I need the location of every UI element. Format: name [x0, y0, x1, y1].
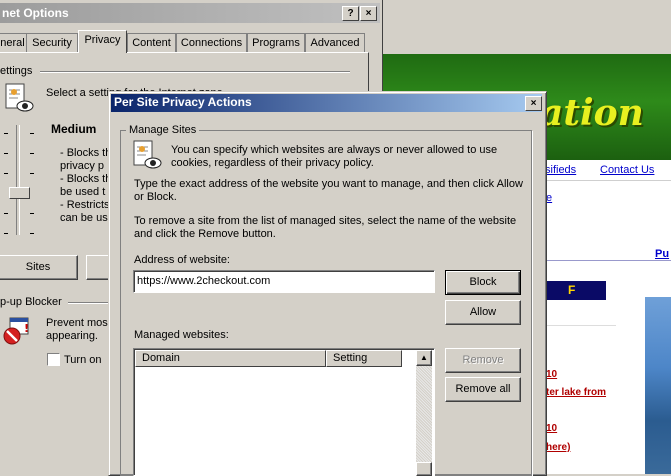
managed-websites-list[interactable]	[133, 348, 435, 476]
slider-tick	[30, 213, 34, 214]
level-description-line: can be us	[60, 212, 108, 224]
page-link[interactable]: Pu	[655, 248, 669, 260]
page-link[interactable]: here)	[546, 442, 570, 453]
svg-text:!: !	[24, 322, 29, 335]
tab-label: Connections	[180, 37, 243, 49]
remove-all-button[interactable]: Remove all	[445, 377, 521, 402]
tab-connections[interactable]: Connections	[176, 33, 247, 52]
sites-button-label: Sites	[25, 261, 51, 273]
remove-all-button-label: Remove all	[455, 383, 511, 395]
section-divider	[68, 302, 108, 304]
slider-tick	[30, 153, 34, 154]
slider-tick	[4, 173, 8, 174]
slider-tick	[30, 233, 34, 234]
tab-content[interactable]: Content	[127, 33, 176, 52]
instructions-line: To remove a site from the list of manage…	[134, 215, 517, 227]
tab-general[interactable]: neral	[0, 33, 27, 52]
section-header-bar: F	[546, 281, 606, 300]
tab-security[interactable]: Security	[26, 33, 78, 52]
tab-label: Programs	[252, 37, 300, 49]
instructions-line: or Block.	[134, 191, 177, 203]
page-link[interactable]: 10	[546, 369, 557, 380]
level-description-line: privacy p	[60, 160, 105, 172]
intro-text-line: cookies, regardless of their privacy pol…	[171, 157, 374, 169]
tab-privacy[interactable]: Privacy	[78, 30, 127, 53]
slider-tick	[4, 213, 8, 214]
instructions-line: and click the Remove button.	[134, 228, 276, 240]
banner-logo-text: ation	[540, 92, 644, 134]
tab-advanced[interactable]: Advanced	[305, 33, 365, 52]
turn-on-label: Turn on	[64, 354, 102, 366]
options-window-title: net Options	[2, 6, 69, 20]
browser-toolbar	[380, 0, 671, 27]
popup-text-line: Prevent mos	[46, 317, 108, 329]
turn-on-popup-checkbox[interactable]	[47, 353, 60, 366]
privacy-document-icon	[132, 139, 162, 171]
intro-text-line: You can specify which websites are alway…	[171, 144, 498, 156]
list-scrollbar[interactable]	[416, 350, 432, 474]
popup-block-icon: !	[2, 316, 32, 346]
section-header-letter: F	[568, 283, 576, 297]
browser-address-bar	[380, 26, 671, 55]
nav-link-contact-us[interactable]: Contact Us	[600, 164, 654, 176]
tab-label: Privacy	[84, 34, 121, 46]
dialog-title: Per Site Privacy Actions	[114, 95, 252, 109]
slider-tick	[30, 133, 34, 134]
page-link[interactable]: 10	[546, 423, 557, 434]
tab-label: Content	[132, 37, 171, 49]
column-header-label: Setting	[333, 352, 368, 364]
slider-tick	[30, 173, 34, 174]
remove-button[interactable]: Remove	[445, 348, 521, 373]
privacy-level-label: Medium	[51, 122, 97, 136]
scroll-up-button[interactable]: ▲	[416, 350, 432, 366]
close-dialog-button[interactable]: ×	[525, 96, 542, 111]
column-header-domain[interactable]: Domain	[135, 350, 326, 367]
divider	[546, 260, 671, 261]
popup-blocker-label: p-up Blocker	[0, 296, 62, 308]
managed-websites-label: Managed websites:	[134, 329, 229, 341]
divider	[546, 325, 616, 326]
nav-link-classifieds[interactable]: sifieds	[545, 164, 576, 176]
privacy-slider-track[interactable]	[16, 125, 20, 235]
level-description-line: - Blocks th	[60, 173, 112, 185]
tab-label: Advanced	[310, 37, 360, 49]
block-button-label: Block	[469, 276, 497, 288]
settings-group-label: ettings	[0, 65, 33, 77]
column-header-setting[interactable]: Setting	[326, 350, 402, 367]
level-description-line: be used t	[60, 186, 106, 198]
tab-label: neral	[0, 37, 25, 49]
popup-text-line: appearing.	[46, 330, 98, 342]
lake-photo	[645, 297, 671, 474]
remove-button-label: Remove	[462, 354, 504, 366]
slider-tick	[4, 153, 8, 154]
address-input-value: https://www.2checkout.com	[137, 275, 271, 287]
column-header-label: Domain	[142, 352, 180, 364]
block-button[interactable]: Block	[445, 270, 521, 295]
address-label: Address of website:	[134, 254, 230, 266]
privacy-slider-thumb[interactable]	[9, 187, 30, 199]
scroll-up-icon: ▲	[420, 353, 428, 362]
instructions-line: Type the exact address of the website yo…	[134, 178, 523, 190]
slider-tick	[4, 133, 8, 134]
address-input[interactable]: https://www.2checkout.com	[133, 270, 435, 293]
section-divider	[40, 71, 350, 73]
page-link[interactable]: ter lake from	[546, 387, 606, 398]
level-description-line: - Restricts	[60, 199, 110, 211]
allow-button-label: Allow	[469, 306, 497, 318]
privacy-document-icon	[4, 82, 34, 114]
level-description-line: - Blocks th	[60, 147, 112, 159]
manage-sites-label: Manage Sites	[126, 124, 200, 136]
tab-programs[interactable]: Programs	[247, 33, 305, 52]
slider-tick	[4, 233, 8, 234]
help-button[interactable]: ?	[342, 6, 359, 21]
allow-button[interactable]: Allow	[445, 300, 521, 325]
tab-label: Security	[32, 37, 72, 49]
sites-button[interactable]: Sites	[0, 255, 78, 280]
close-options-button[interactable]: ×	[360, 6, 377, 21]
